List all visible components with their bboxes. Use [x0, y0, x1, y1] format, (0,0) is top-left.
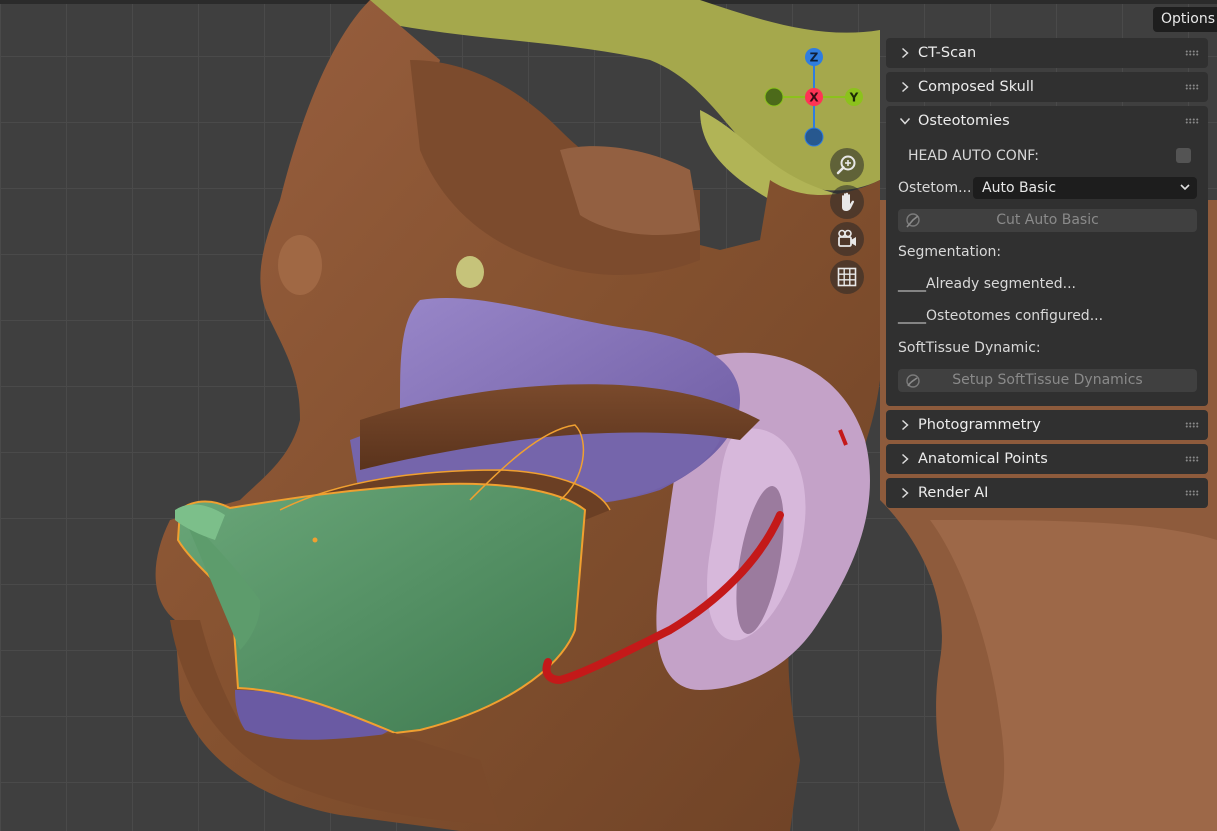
panel-anatomical-points: Anatomical Points: [886, 444, 1208, 474]
pan-hand-icon[interactable]: [830, 185, 864, 219]
segmentation-row: Segmentation:: [898, 236, 1197, 268]
drag-grip-icon[interactable]: [1185, 422, 1199, 428]
segmentation-label: Segmentation:: [898, 244, 1002, 260]
already-segmented-row: ____Already segmented...: [898, 268, 1197, 300]
cut-auto-basic-button[interactable]: Cut Auto Basic: [898, 208, 1197, 234]
panel-title: Render AI: [918, 485, 989, 501]
drag-grip-icon[interactable]: [1185, 84, 1199, 90]
3d-viewport[interactable]: Z Y X Options CT-Scan Composed Skull Ost…: [0, 0, 1217, 831]
head-auto-conf-checkbox[interactable]: [1176, 148, 1191, 163]
setup-softtissue-button[interactable]: Setup SoftTissue Dynamics: [898, 368, 1197, 394]
head-auto-conf-row: HEAD AUTO CONF:: [898, 140, 1197, 172]
gizmo-z-label: Z: [810, 51, 819, 65]
osteotomy-value: Auto Basic: [982, 180, 1057, 196]
scalpel-icon: [904, 212, 922, 234]
panel-title: Osteotomies: [918, 113, 1010, 129]
camera-icon[interactable]: [830, 222, 864, 256]
osteotomy-dropdown[interactable]: Auto Basic: [973, 177, 1197, 199]
chevron-down-icon: [1179, 181, 1191, 197]
panel-photogrammetry: Photogrammetry: [886, 410, 1208, 440]
drag-grip-icon[interactable]: [1185, 118, 1199, 124]
panel-title: Photogrammetry: [918, 417, 1041, 433]
osteotomes-configured-row: ____Osteotomes configured...: [898, 300, 1197, 332]
drag-grip-icon[interactable]: [1185, 490, 1199, 496]
cut-auto-basic-label: Cut Auto Basic: [996, 212, 1099, 228]
osteotomy-select-row: Ostetom... Auto Basic: [898, 172, 1197, 204]
osteotomy-label: Ostetom...: [898, 180, 972, 196]
grid-icon[interactable]: [830, 260, 864, 294]
panel-header-anatomical-points[interactable]: Anatomical Points: [886, 444, 1208, 474]
panel-header-composed-skull[interactable]: Composed Skull: [886, 72, 1208, 102]
cut-button-row: Cut Auto Basic: [898, 204, 1197, 236]
gizmo-y-label: Y: [849, 91, 859, 105]
options-button[interactable]: Options: [1153, 7, 1217, 32]
gizmo-x-label: X: [809, 91, 819, 105]
setup-softtissue-row: Setup SoftTissue Dynamics: [898, 364, 1197, 396]
panel-header-ct-scan[interactable]: CT-Scan: [886, 38, 1208, 68]
panel-title: Composed Skull: [918, 79, 1034, 95]
setup-softtissue-label: Setup SoftTissue Dynamics: [952, 372, 1143, 388]
panel-composed-skull: Composed Skull: [886, 72, 1208, 102]
sidebar-panels: CT-Scan Composed Skull Osteotomies HEAD …: [886, 38, 1208, 512]
panel-header-render-ai[interactable]: Render AI: [886, 478, 1208, 508]
osteotomies-body: HEAD AUTO CONF: Ostetom... Auto Basic Cu…: [886, 136, 1208, 406]
head-auto-conf-label: HEAD AUTO CONF:: [908, 148, 1039, 164]
drag-grip-icon[interactable]: [1185, 456, 1199, 462]
chevron-right-icon: [898, 452, 912, 466]
panel-header-photogrammetry[interactable]: Photogrammetry: [886, 410, 1208, 440]
panel-ct-scan: CT-Scan: [886, 38, 1208, 68]
softtissue-label: SoftTissue Dynamic:: [898, 340, 1041, 356]
panel-render-ai: Render AI: [886, 478, 1208, 508]
chevron-right-icon: [898, 418, 912, 432]
softtissue-icon: [904, 372, 922, 394]
chevron-right-icon: [898, 46, 912, 60]
panel-header-osteotomies[interactable]: Osteotomies: [886, 106, 1208, 136]
panel-title: CT-Scan: [918, 45, 977, 61]
chevron-down-icon: [898, 114, 912, 128]
chevron-right-icon: [898, 80, 912, 94]
zoom-icon[interactable]: [830, 148, 864, 182]
panel-osteotomies: Osteotomies HEAD AUTO CONF: Ostetom... A…: [886, 106, 1208, 406]
already-segmented-status: ____Already segmented...: [898, 276, 1076, 292]
softtissue-row: SoftTissue Dynamic:: [898, 332, 1197, 364]
chevron-right-icon: [898, 486, 912, 500]
osteotomes-configured-status: ____Osteotomes configured...: [898, 308, 1104, 324]
axis-gizmo[interactable]: Z Y X: [760, 44, 870, 154]
drag-grip-icon[interactable]: [1185, 50, 1199, 56]
panel-title: Anatomical Points: [918, 451, 1048, 467]
